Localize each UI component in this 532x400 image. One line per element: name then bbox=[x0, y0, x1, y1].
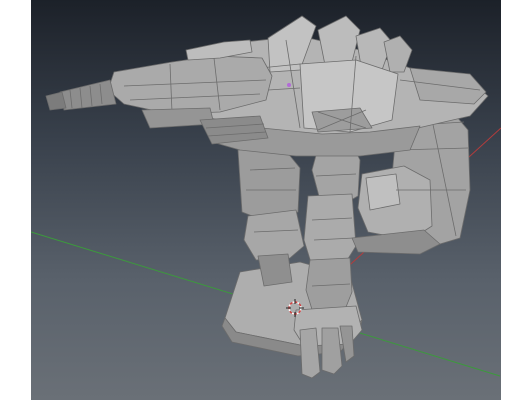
left-leg-lower bbox=[257, 253, 293, 287]
viewport-canvas[interactable] bbox=[31, 0, 501, 400]
screen bbox=[0, 0, 532, 400]
right-toe-1 bbox=[299, 327, 321, 379]
3d-viewport[interactable] bbox=[31, 0, 501, 400]
cannon-muzzle bbox=[45, 91, 67, 111]
selected-vertex bbox=[287, 83, 291, 87]
cannon-barrel bbox=[59, 79, 117, 111]
hip-arm bbox=[351, 229, 441, 255]
fist-knuckles bbox=[365, 173, 401, 211]
left-leg-knee bbox=[243, 209, 305, 261]
mech-model[interactable] bbox=[45, 15, 489, 379]
right-toe-2 bbox=[321, 327, 343, 375]
right-leg-thigh bbox=[303, 193, 357, 267]
